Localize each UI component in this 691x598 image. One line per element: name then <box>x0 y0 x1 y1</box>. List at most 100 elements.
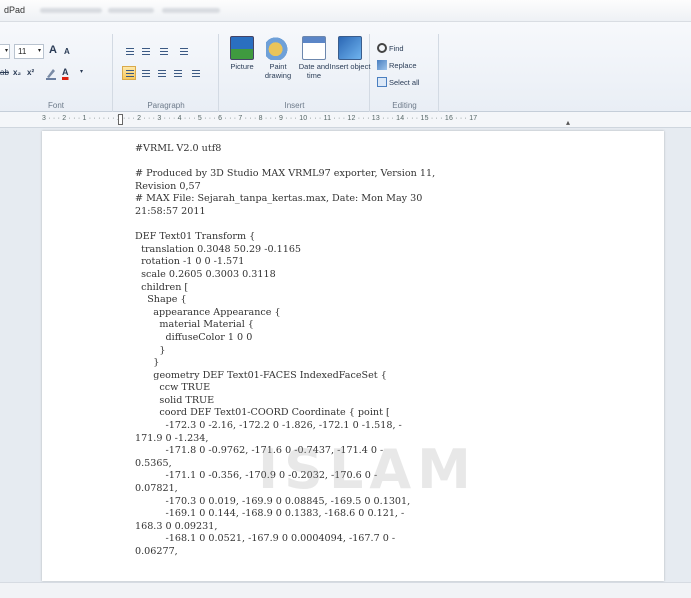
document-line: scale 0.2605 0.3003 0.3118 <box>135 268 276 280</box>
blurred-title-segment <box>40 8 102 13</box>
document-page[interactable]: #VRML V2.0 utf8 # Produced by 3D Studio … <box>42 131 664 581</box>
document-area: #VRML V2.0 utf8 # Produced by 3D Studio … <box>0 128 691 598</box>
paragraph-dialog-button[interactable] <box>188 66 202 80</box>
binoculars-icon <box>377 43 387 53</box>
date-time-button[interactable]: Date and time <box>296 34 332 94</box>
editing-group: Find Replace Select all Editing <box>371 34 439 112</box>
ruler-scale: 3 · · · 2 · · · 1 · · · · · · 1 · · · 2 … <box>42 115 478 122</box>
select-all-button[interactable]: Select all <box>377 76 419 90</box>
bullets-button[interactable] <box>156 44 170 58</box>
document-line: geometry DEF Text01-FACES IndexedFaceSet… <box>135 369 387 381</box>
find-label: Find <box>389 44 404 53</box>
grow-font-button[interactable]: A <box>49 43 57 57</box>
justify-icon <box>174 70 182 78</box>
line-spacing-button[interactable] <box>176 44 190 58</box>
picture-icon <box>230 36 254 60</box>
app-title: dPad <box>4 5 26 15</box>
calendar-icon <box>302 36 326 60</box>
right-margin-marker[interactable]: ▴ <box>566 118 570 127</box>
strikethrough-button[interactable]: ab <box>0 66 9 80</box>
document-line: -168.1 0 0.0521, -167.9 0 0.0004094, -16… <box>135 533 396 545</box>
document-line: # MAX File: Sejarah_tanpa_kertas.max, Da… <box>135 193 423 205</box>
indent-icon <box>142 48 150 56</box>
align-right-icon <box>158 70 166 78</box>
document-line: material Material { <box>135 319 254 331</box>
indent-icon <box>126 48 134 56</box>
increase-indent-button[interactable] <box>138 44 152 58</box>
paragraph-icon <box>192 70 200 78</box>
document-line: solid TRUE <box>135 394 215 406</box>
superscript-button[interactable]: x² <box>27 66 34 80</box>
document-line: appearance Appearance { <box>135 306 281 318</box>
insert-group: Picture Paint drawing Date and time Inse… <box>220 34 370 112</box>
replace-button[interactable]: Replace <box>377 59 417 73</box>
align-center-icon <box>142 70 150 78</box>
font-size-value: 11 <box>18 47 27 56</box>
document-line: 21:58:57 2011 <box>135 205 206 217</box>
document-line: #VRML V2.0 utf8 <box>135 143 222 154</box>
chevron-down-icon[interactable]: ▾ <box>80 65 83 79</box>
document-line: # Produced by 3D Studio MAX VRML97 expor… <box>135 168 436 180</box>
highlighter-icon <box>46 69 56 80</box>
bullets-icon <box>160 48 168 56</box>
document-line: translation 0.3048 50.29 -0.1165 <box>135 243 302 255</box>
paint-drawing-button[interactable]: Paint drawing <box>260 34 296 94</box>
title-bar: dPad <box>0 0 691 22</box>
document-line: ccw TRUE <box>135 382 211 394</box>
replace-icon <box>377 60 387 70</box>
document-line: diffuseColor 1 0 0 <box>135 331 253 343</box>
insert-group-label: Insert <box>284 101 305 110</box>
document-line: -169.1 0 0.144, -168.9 0 0.1383, -168.6 … <box>135 508 405 520</box>
document-line: children [ <box>135 281 189 293</box>
document-line: } <box>135 344 166 356</box>
document-line: Revision 0,57 <box>135 180 201 192</box>
document-line: 0.06277, <box>135 546 178 557</box>
ruler[interactable]: 3 · · · 2 · · · 1 · · · · · · 1 · · · 2 … <box>0 112 691 128</box>
font-group-label: Font <box>47 101 64 110</box>
line-spacing-icon <box>180 48 188 56</box>
align-left-icon <box>126 70 134 78</box>
object-icon <box>338 36 362 60</box>
document-line: coord DEF Text01-COORD Coordinate { poin… <box>135 407 390 419</box>
document-line: Shape { <box>135 294 187 306</box>
document-line: rotation -1 0 0 -1.571 <box>135 256 245 268</box>
select-all-label: Select all <box>389 78 420 87</box>
find-button[interactable]: Find <box>377 42 404 56</box>
insert-object-button[interactable]: Insert object <box>330 34 370 94</box>
paragraph-group-label: Paragraph <box>147 101 185 110</box>
chevron-down-icon: ▾ <box>4 48 8 54</box>
picture-button[interactable]: Picture <box>224 34 260 94</box>
replace-label: Replace <box>389 61 417 70</box>
ribbon: ▾ 11 ▾ A A ab x₂ x² A ▾ Font Paragraph P… <box>0 22 691 112</box>
document-line: 168.3 0 0.09231, <box>135 520 218 532</box>
highlighter-button[interactable] <box>44 66 58 80</box>
font-color-button[interactable]: A <box>62 65 76 79</box>
align-left-button[interactable] <box>122 66 136 80</box>
blurred-title-segment <box>108 8 154 13</box>
select-all-icon <box>377 77 387 87</box>
font-size-select[interactable]: 11 ▾ <box>14 44 44 59</box>
document-line: } <box>135 357 160 369</box>
font-group: ▾ 11 ▾ A A ab x₂ x² A ▾ Font <box>0 34 113 112</box>
blurred-title-segment <box>162 8 220 13</box>
subscript-button[interactable]: x₂ <box>13 66 21 80</box>
align-right-button[interactable] <box>154 66 168 80</box>
document-line: -172.3 0 -2.16, -172.2 0 -1.826, -172.1 … <box>135 420 402 432</box>
decrease-indent-button[interactable] <box>122 44 136 58</box>
indent-marker[interactable] <box>118 114 123 125</box>
paragraph-group: Paragraph <box>114 34 219 112</box>
paint-palette-icon <box>266 36 290 60</box>
font-family-select[interactable]: ▾ <box>0 44 10 59</box>
justify-button[interactable] <box>170 66 184 80</box>
document-line: DEF Text01 Transform { <box>135 231 256 243</box>
editing-group-label: Editing <box>392 101 417 110</box>
status-bar <box>0 582 691 598</box>
insert-object-label: Insert object <box>329 62 371 71</box>
chevron-down-icon: ▾ <box>37 48 41 54</box>
watermark-logo: ISLAM <box>258 438 477 501</box>
shrink-font-button[interactable]: A <box>64 45 70 59</box>
font-color-label: A <box>62 67 69 77</box>
align-center-button[interactable] <box>138 66 152 80</box>
